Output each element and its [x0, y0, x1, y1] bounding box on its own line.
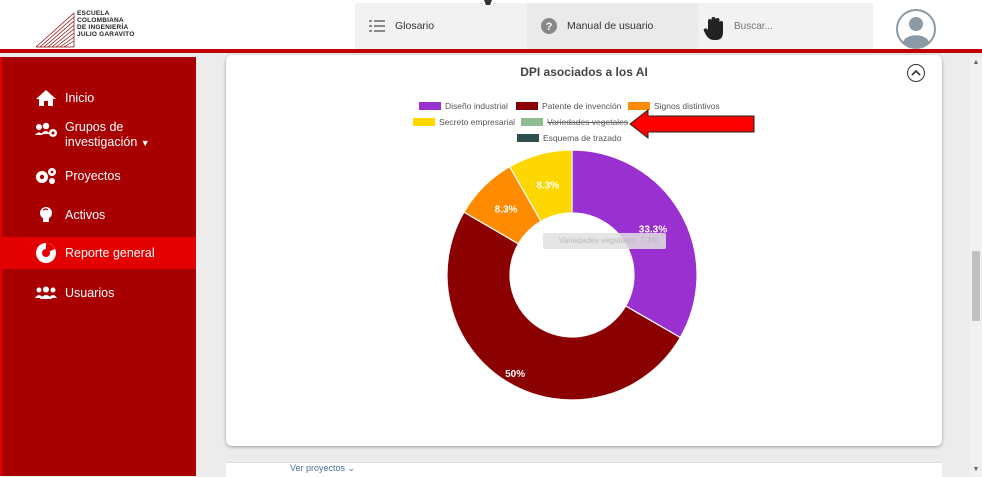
donut-chart[interactable]: 33.3%50%8.3%8.3% — [442, 145, 702, 405]
legend-item[interactable]: Diseño industrial — [419, 101, 508, 111]
svg-text:?: ? — [546, 21, 553, 33]
chevron-up-icon — [911, 69, 921, 76]
legend-item[interactable]: Esquema de trazado — [517, 133, 621, 143]
red-arrow-annotation — [629, 108, 755, 140]
nav-glossary[interactable]: Glosario — [355, 3, 527, 49]
next-card: Ver proyectos ⌄ — [226, 462, 942, 477]
legend-label: Patente de invención — [542, 101, 622, 111]
legend-swatch — [413, 118, 435, 126]
sidebar-item-usuarios[interactable]: Usuarios — [2, 282, 196, 304]
home-icon — [34, 89, 58, 107]
legend-swatch — [419, 102, 441, 110]
lightbulb-icon — [34, 206, 58, 224]
scrollbar-thumb[interactable] — [972, 251, 980, 321]
question-circle-icon: ? — [541, 18, 557, 34]
slice-value-label: 50% — [505, 369, 525, 380]
sidebar-item-proyectos[interactable]: Proyectos — [2, 165, 196, 187]
slice-value-label: 8.3% — [536, 181, 559, 192]
nav-glossary-label: Glosario — [395, 20, 435, 32]
chart-tooltip: Variedades vegetales: 7.7% — [543, 233, 666, 249]
legend-swatch — [516, 102, 538, 110]
gears-icon — [34, 167, 58, 185]
sidebar: Inicio Grupos de investigación ▼ Proyect… — [0, 57, 196, 476]
search-input[interactable] — [732, 19, 856, 33]
sidebar-item-reporte-general[interactable]: Reporte general — [2, 237, 196, 269]
collapse-button[interactable] — [907, 64, 925, 82]
chevron-down-icon: ▼ — [140, 138, 150, 148]
legend-label: Diseño industrial — [445, 101, 508, 111]
sidebar-item-grupos[interactable]: Grupos de investigación ▼ — [2, 120, 196, 152]
sidebar-item-label: Grupos de investigación ▼ — [65, 120, 150, 149]
nav-user-manual[interactable]: ? Manual de usuario — [527, 3, 698, 49]
sidebar-item-label: Proyectos — [65, 169, 121, 183]
chevron-down-icon: ⌄ — [347, 463, 356, 473]
scrollbar[interactable]: ▲ ▼ — [970, 57, 982, 476]
users-cog-icon — [34, 122, 58, 138]
sidebar-item-label: Reporte general — [65, 246, 155, 260]
sidebar-item-inicio[interactable]: Inicio — [2, 87, 196, 109]
legend-item[interactable]: Variedades vegetales — [521, 117, 628, 127]
sidebar-item-label: Inicio — [65, 91, 95, 105]
sidebar-item-label: Activos — [65, 208, 106, 222]
nav-user-manual-label: Manual de usuario — [567, 20, 654, 32]
legend-label: Secreto empresarial — [439, 117, 516, 127]
chart-title: DPI asociados a los AI — [520, 65, 648, 79]
ver-proyectos-link[interactable]: Ver proyectos ⌄ — [290, 463, 355, 474]
list-icon — [369, 20, 385, 32]
legend-label: Variedades vegetales — [547, 117, 629, 127]
user-avatar-icon[interactable] — [896, 9, 936, 49]
school-name: ESCUELA COLOMBIANA DE INGENIERÍA JULIO G… — [77, 10, 135, 38]
legend-swatch — [521, 118, 543, 126]
users-icon — [34, 286, 58, 300]
cursor-icon — [484, 0, 492, 5]
legend-item[interactable]: Secreto empresarial — [413, 117, 515, 127]
legend-label: Esquema de trazado — [543, 133, 622, 143]
scroll-down-icon[interactable]: ▼ — [972, 466, 980, 474]
chart-card: DPI asociados a los AI Diseño industrial… — [226, 55, 942, 446]
hand-cursor-icon — [703, 17, 723, 40]
pie-chart-icon — [34, 241, 58, 265]
sidebar-item-label: Usuarios — [65, 286, 115, 300]
legend-item[interactable]: Patente de invención — [516, 101, 621, 111]
slice-value-label: 8.3% — [495, 205, 518, 216]
sidebar-item-activos[interactable]: Activos — [2, 204, 196, 226]
legend-swatch — [517, 134, 539, 142]
scroll-up-icon[interactable]: ▲ — [972, 59, 980, 67]
top-header: ESCUELA COLOMBIANA DE INGENIERÍA JULIO G… — [0, 0, 982, 53]
